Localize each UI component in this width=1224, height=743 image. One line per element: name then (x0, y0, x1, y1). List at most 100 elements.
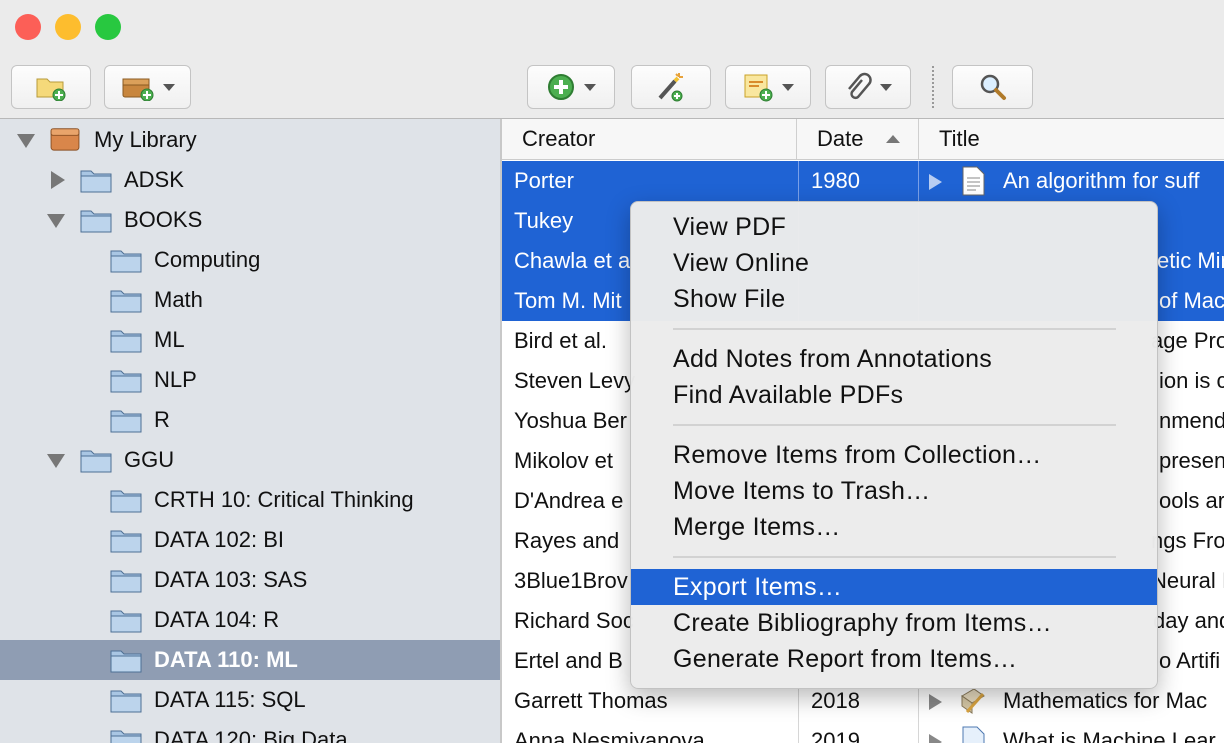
expand-triangle-icon[interactable] (929, 174, 942, 190)
add-attachment-button[interactable] (825, 65, 911, 109)
menu-item-view-pdf[interactable]: View PDF (631, 209, 1157, 245)
menu-item-create-bibliography[interactable]: Create Bibliography from Items… (631, 605, 1157, 641)
folder-icon (110, 730, 142, 743)
folder-icon (110, 370, 142, 393)
disclosure-triangle-icon[interactable] (17, 134, 35, 148)
menu-item-generate-report[interactable]: Generate Report from Items… (631, 641, 1157, 677)
sidebar-item-label: DATA 103: SAS (154, 567, 308, 592)
column-header-date[interactable]: Date (817, 119, 863, 159)
sidebar-item-nlp[interactable]: NLP (0, 360, 500, 400)
menu-item-export-items[interactable]: Export Items… (631, 569, 1157, 605)
paperclip-icon (848, 72, 872, 100)
document-icon (962, 166, 985, 196)
expand-triangle-icon[interactable] (929, 734, 942, 743)
cell-title-text: of Mac (1159, 288, 1224, 313)
sidebar-item-label: DATA 102: BI (154, 527, 285, 552)
sidebar-item-books[interactable]: BOOKS (0, 200, 500, 240)
cell-title-text: What is Machine Lear (1003, 728, 1216, 743)
menu-item-merge-items[interactable]: Merge Items… (631, 509, 1157, 545)
folder-icon (110, 650, 142, 673)
sidebar-item-label: Computing (154, 247, 261, 272)
add-by-identifier-icon (658, 73, 683, 102)
sidebar-item-label: GGU (124, 447, 175, 472)
disclosure-triangle-icon[interactable] (47, 454, 65, 468)
menu-item-view-online[interactable]: View Online (631, 245, 1157, 281)
book-pencil-icon (961, 688, 985, 714)
add-by-identifier-button[interactable] (631, 65, 711, 109)
cell-creator: Anna Nesmiyanova (514, 728, 705, 743)
sidebar-item-label: My Library (94, 127, 197, 152)
menu-item-remove-from-collection[interactable]: Remove Items from Collection… (631, 437, 1157, 473)
zoom-window-button[interactable] (95, 14, 121, 40)
sidebar-item-label: DATA 110: ML (154, 647, 298, 672)
cell-title-text: presen (1159, 448, 1224, 473)
sidebar-item-computing[interactable]: Computing (0, 240, 500, 280)
search-icon (980, 74, 1006, 100)
library-icon (50, 128, 80, 151)
table-row[interactable]: Anna Nesmiyanova 2019 What is Machine Le… (502, 721, 1224, 743)
folder-icon (110, 330, 142, 353)
context-menu: View PDF View Online Show File Add Notes… (630, 201, 1158, 689)
webpage-icon (962, 726, 985, 743)
chevron-down-icon (584, 83, 596, 91)
cell-title-text: ools ar (1159, 488, 1224, 513)
sidebar-item-data-120[interactable]: DATA 120: Big Data (0, 720, 500, 743)
folder-icon (80, 450, 112, 473)
sort-ascending-icon (886, 135, 900, 143)
sidebar-item-data-110[interactable]: DATA 110: ML (0, 640, 500, 680)
new-library-icon (122, 78, 153, 101)
folder-icon (110, 490, 142, 513)
folder-icon (110, 690, 142, 713)
cell-title-text: Neural I (1151, 568, 1224, 593)
menu-item-find-available-pdfs[interactable]: Find Available PDFs (631, 377, 1157, 413)
sidebar-item-ml[interactable]: ML (0, 320, 500, 360)
disclosure-triangle-icon[interactable] (51, 171, 65, 189)
sidebar-item-data-115[interactable]: DATA 115: SQL (0, 680, 500, 720)
close-window-button[interactable] (15, 14, 41, 40)
disclosure-triangle-icon[interactable] (47, 214, 65, 228)
sidebar-item-label: ML (154, 327, 185, 352)
sidebar-item-label: DATA 115: SQL (154, 687, 306, 712)
menu-item-move-to-trash[interactable]: Move Items to Trash… (631, 473, 1157, 509)
sidebar-item-data-104[interactable]: DATA 104: R (0, 600, 500, 640)
sidebar-item-label: Math (154, 287, 203, 312)
folder-icon (110, 570, 142, 593)
new-collection-icon (36, 78, 66, 101)
sidebar-item-crth-10[interactable]: CRTH 10: Critical Thinking (0, 480, 500, 520)
sidebar-item-r[interactable]: R (0, 400, 500, 440)
new-note-button[interactable] (725, 65, 811, 109)
sidebar-item-math[interactable]: Math (0, 280, 500, 320)
window-titlebar (0, 0, 1224, 119)
sidebar-item-my-library[interactable]: My Library (0, 120, 500, 160)
expand-triangle-icon[interactable] (929, 694, 942, 710)
cell-date: 1980 (798, 161, 918, 201)
minimize-window-button[interactable] (55, 14, 81, 40)
sidebar-item-label: DATA 120: Big Data (154, 727, 348, 743)
cell-title-text: day and (1153, 608, 1224, 633)
search-button[interactable] (952, 65, 1033, 109)
sidebar-item-data-102[interactable]: DATA 102: BI (0, 520, 500, 560)
table-row[interactable]: Porter 1980 An algorithm for suff (502, 161, 1224, 201)
sidebar-item-label: DATA 104: R (154, 607, 280, 632)
chevron-down-icon (782, 83, 794, 91)
menu-item-show-file[interactable]: Show File (631, 281, 1157, 317)
cell-title-text: nmend (1159, 408, 1224, 433)
menu-item-add-notes-from-annotations[interactable]: Add Notes from Annotations (631, 341, 1157, 377)
column-header-creator[interactable]: Creator (522, 119, 595, 159)
column-header-title[interactable]: Title (939, 119, 980, 159)
folder-icon (110, 250, 142, 273)
sidebar-item-label: NLP (154, 367, 197, 392)
column-divider[interactable] (918, 119, 919, 159)
cell-title: What is Machine Lear (918, 721, 1224, 743)
cell-title-text: ngs Fro (1151, 528, 1224, 553)
new-collection-button[interactable] (11, 65, 91, 109)
sidebar-item-ggu[interactable]: GGU (0, 440, 500, 480)
cell-date: 2019 (798, 721, 918, 743)
sidebar-item-label: R (154, 407, 170, 432)
cell-creator: Porter (514, 168, 574, 193)
sidebar-item-adsk[interactable]: ADSK (0, 160, 500, 200)
column-divider[interactable] (796, 119, 797, 159)
new-library-button[interactable] (104, 65, 191, 109)
sidebar-item-data-103[interactable]: DATA 103: SAS (0, 560, 500, 600)
new-item-button[interactable] (527, 65, 615, 109)
